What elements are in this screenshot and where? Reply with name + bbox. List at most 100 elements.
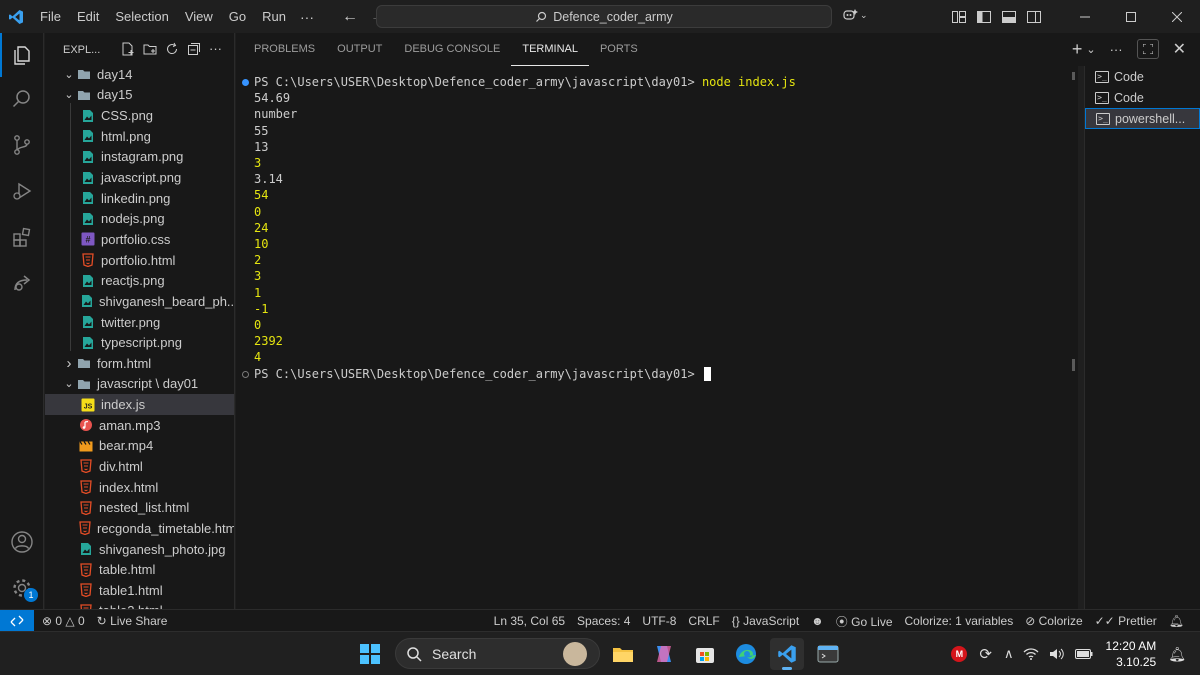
volume-icon[interactable] bbox=[1049, 647, 1065, 661]
tree-file[interactable]: div.html bbox=[45, 456, 234, 477]
remote-indicator-icon[interactable] bbox=[0, 609, 34, 632]
tree-file[interactable]: twitter.png bbox=[45, 312, 234, 333]
terminal-app-icon[interactable] bbox=[811, 638, 845, 670]
chevron-up-icon[interactable]: ∧ bbox=[1004, 646, 1014, 662]
edge-browser-icon[interactable] bbox=[729, 638, 763, 670]
remote-explorer-icon[interactable] bbox=[0, 261, 44, 305]
panel-more-icon[interactable]: ··· bbox=[1110, 42, 1123, 57]
terminal-instance[interactable]: >_ Code bbox=[1085, 66, 1200, 87]
live-share-status[interactable]: ↻ Live Share bbox=[91, 614, 174, 628]
tab-debug-console[interactable]: DEBUG CONSOLE bbox=[393, 33, 511, 66]
vscode-taskbar-icon[interactable] bbox=[770, 638, 804, 670]
tree-file[interactable]: typescript.png bbox=[45, 332, 234, 353]
new-terminal-icon[interactable]: + bbox=[1072, 40, 1083, 58]
tree-file[interactable]: index.html bbox=[45, 477, 234, 498]
tree-file[interactable]: linkedin.png bbox=[45, 188, 234, 209]
tree-folder[interactable]: ⌄ day14 bbox=[45, 64, 234, 85]
tab-terminal[interactable]: TERMINAL bbox=[511, 33, 589, 66]
terminal-instance[interactable]: >_ Code bbox=[1085, 87, 1200, 108]
tree-file[interactable]: shivganesh_beard_ph... bbox=[45, 291, 234, 312]
refresh-icon[interactable] bbox=[165, 42, 179, 56]
tree-folder[interactable]: ⌄ javascript \ day01 bbox=[45, 374, 234, 395]
account-icon[interactable] bbox=[0, 520, 44, 564]
menu-file[interactable]: File bbox=[32, 0, 69, 33]
tree-file[interactable]: CSS.png bbox=[45, 105, 234, 126]
terminal-dropdown-icon[interactable]: ⌄ bbox=[1086, 43, 1095, 56]
tree-file[interactable]: instagram.png bbox=[45, 147, 234, 168]
taskbar-clock[interactable]: 12:20 AM 3.10.25 bbox=[1098, 638, 1169, 670]
back-arrow-icon[interactable]: ← bbox=[338, 8, 362, 26]
menu-edit[interactable]: Edit bbox=[69, 0, 107, 33]
colorize-variables-status[interactable]: Colorize: 1 variables bbox=[899, 614, 1020, 628]
prettier-status[interactable]: ✓✓ Prettier bbox=[1089, 614, 1163, 628]
tree-file[interactable]: portfolio.html bbox=[45, 250, 234, 271]
encoding-status[interactable]: UTF-8 bbox=[636, 614, 682, 628]
microsoft-store-icon[interactable] bbox=[688, 638, 722, 670]
menu-run[interactable]: Run bbox=[254, 0, 294, 33]
copilot-button[interactable]: ⌄ bbox=[842, 8, 868, 22]
close-icon[interactable] bbox=[1154, 0, 1200, 33]
manage-gear-icon[interactable] bbox=[0, 566, 44, 610]
tree-file[interactable]: JS index.js bbox=[45, 394, 234, 415]
extensions-icon[interactable] bbox=[0, 215, 44, 259]
tree-file[interactable]: reactjs.png bbox=[45, 270, 234, 291]
tree-file[interactable]: nested_list.html bbox=[45, 497, 234, 518]
collapse-all-icon[interactable] bbox=[187, 42, 201, 56]
minimize-icon[interactable] bbox=[1062, 0, 1108, 33]
toggle-secondary-sidebar-icon[interactable] bbox=[1021, 0, 1046, 33]
search-icon[interactable] bbox=[0, 77, 44, 121]
sync-icon[interactable]: ⟳ bbox=[979, 645, 992, 663]
tree-file[interactable]: table.html bbox=[45, 559, 234, 580]
tree-file[interactable]: javascript.png bbox=[45, 167, 234, 188]
eol-status[interactable]: CRLF bbox=[682, 614, 725, 628]
tab-ports[interactable]: PORTS bbox=[589, 33, 649, 66]
menu-go[interactable]: Go bbox=[221, 0, 254, 33]
new-file-icon[interactable] bbox=[121, 42, 135, 56]
menu-selection[interactable]: Selection bbox=[107, 0, 176, 33]
cursor-position[interactable]: Ln 35, Col 65 bbox=[488, 614, 571, 628]
tree-file[interactable]: # portfolio.css bbox=[45, 229, 234, 250]
tab-problems[interactable]: PROBLEMS bbox=[243, 33, 326, 66]
tree-file[interactable]: shivganesh_photo.jpg bbox=[45, 539, 234, 560]
tree-file[interactable]: bear.mp4 bbox=[45, 436, 234, 457]
tree-file[interactable]: table2.html bbox=[45, 601, 234, 609]
file-explorer-icon[interactable] bbox=[606, 638, 640, 670]
toggle-panel-icon[interactable] bbox=[996, 0, 1021, 33]
customize-layout-icon[interactable] bbox=[946, 0, 971, 33]
command-center-search[interactable]: Defence_coder_army bbox=[376, 5, 832, 28]
colorize-button[interactable]: ⊘ Colorize bbox=[1019, 614, 1088, 628]
copilot-status-icon[interactable]: ☻ bbox=[805, 614, 830, 628]
go-live-button[interactable]: ⦿ Go Live bbox=[830, 613, 899, 630]
terminal-instance[interactable]: >_ powershell... bbox=[1085, 108, 1200, 129]
toggle-sidebar-icon[interactable] bbox=[971, 0, 996, 33]
tree-file[interactable]: html.png bbox=[45, 126, 234, 147]
tree-folder[interactable]: › form.html bbox=[45, 353, 234, 374]
maximize-icon[interactable] bbox=[1108, 0, 1154, 33]
new-folder-icon[interactable] bbox=[143, 42, 157, 56]
explorer-icon[interactable] bbox=[0, 33, 44, 77]
more-actions-icon[interactable]: ··· bbox=[209, 42, 222, 56]
battery-icon[interactable] bbox=[1074, 648, 1093, 660]
tree-file[interactable]: aman.mp3 bbox=[45, 415, 234, 436]
run-debug-icon[interactable] bbox=[0, 169, 44, 213]
menu-view[interactable]: View bbox=[177, 0, 221, 33]
tree-file[interactable]: table1.html bbox=[45, 580, 234, 601]
tree-file[interactable]: recgonda_timetable.html bbox=[45, 518, 234, 539]
taskbar-search[interactable]: Search bbox=[395, 638, 600, 669]
menu-more-button[interactable]: ··· bbox=[294, 9, 320, 25]
close-panel-icon[interactable]: ✕ bbox=[1173, 39, 1186, 59]
notification-bell-icon[interactable]: 🔔︎ bbox=[1168, 646, 1186, 663]
notifications-bell-icon[interactable]: 🔔︎ bbox=[1163, 614, 1190, 628]
tree-folder[interactable]: ⌄ day15 bbox=[45, 85, 234, 106]
wifi-icon[interactable] bbox=[1023, 647, 1039, 661]
indentation-status[interactable]: Spaces: 4 bbox=[571, 614, 636, 628]
tree-file[interactable]: nodejs.png bbox=[45, 208, 234, 229]
terminal[interactable]: PS C:\Users\USER\Desktop\Defence_coder_a… bbox=[236, 66, 1078, 609]
copilot-app-icon[interactable] bbox=[647, 638, 681, 670]
tab-output[interactable]: OUTPUT bbox=[326, 33, 393, 66]
problems-status[interactable]: ⊗ 0 △ 0 bbox=[36, 614, 91, 628]
maximize-panel-icon[interactable] bbox=[1136, 39, 1159, 59]
windows-start-icon[interactable] bbox=[353, 638, 387, 670]
terminal-scrollbar-thumb[interactable] bbox=[1072, 359, 1075, 371]
mcafee-icon[interactable]: M bbox=[951, 646, 968, 662]
